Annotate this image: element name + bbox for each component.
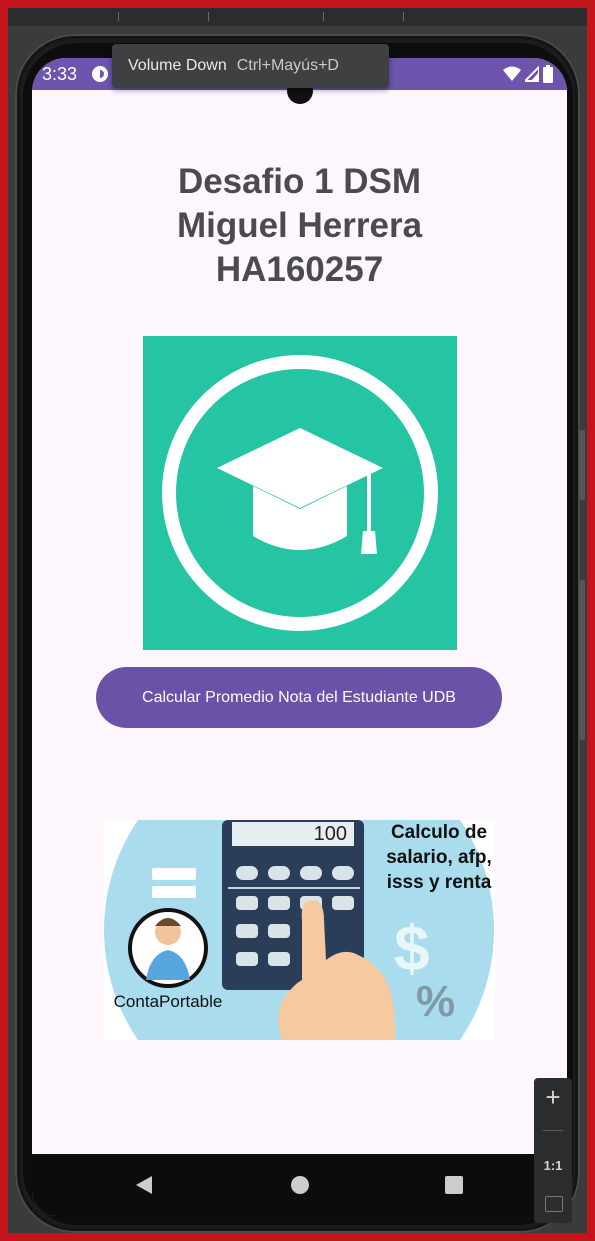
page-title: Desafio 1 DSM Miguel Herrera HA160257 <box>32 160 567 292</box>
graduation-logo-image <box>143 336 457 650</box>
home-icon[interactable] <box>291 1176 309 1194</box>
status-time: 3:33 <box>42 64 78 84</box>
accountant-avatar-icon <box>128 908 208 988</box>
calculator-display: 100 <box>314 823 347 845</box>
tooltip-shortcut: Ctrl+Mayús+D <box>236 57 339 74</box>
emulator-toolbar-strip <box>8 8 587 26</box>
volume-button[interactable] <box>579 580 585 740</box>
zoom-actual-size-button[interactable]: 1:1 <box>534 1158 572 1173</box>
system-nav-bar <box>32 1154 567 1216</box>
calculate-average-label: Calcular Promedio Nota del Estudiante UD… <box>142 688 456 706</box>
power-button[interactable] <box>579 430 585 500</box>
title-line-1: Desafio 1 DSM <box>177 162 422 201</box>
recents-icon[interactable] <box>445 1176 463 1194</box>
title-line-3: HA160257 <box>215 250 384 289</box>
zoom-divider <box>543 1130 563 1131</box>
wifi-icon <box>503 66 521 81</box>
zoom-in-button[interactable]: + <box>534 1084 572 1110</box>
cell-signal-icon <box>525 66 539 82</box>
zoom-fit-icon[interactable] <box>545 1196 563 1212</box>
promo-brand: ContaPortable <box>113 992 223 1011</box>
data-saver-icon <box>92 66 108 82</box>
percent-icon: % <box>416 977 455 1026</box>
tooltip-label: Volume Down <box>128 57 227 74</box>
calculate-average-button[interactable]: Calcular Promedio Nota del Estudiante UD… <box>96 667 502 728</box>
back-icon[interactable] <box>136 1176 152 1194</box>
emulator-zoom-panel: + 1:1 <box>534 1078 572 1223</box>
equals-icon <box>152 868 196 880</box>
promo-caption: Calculo de salario, afp, isss y renta <box>386 822 492 893</box>
title-line-2: Miguel Herrera <box>176 206 423 245</box>
volume-tooltip: Volume Down Ctrl+Mayús+D <box>112 44 389 88</box>
battery-icon <box>543 65 553 83</box>
salary-calculator-image[interactable]: 100 $ % Calculo de salario, afp, isss y … <box>104 820 495 1040</box>
dollar-icon: $ <box>394 912 430 984</box>
device-screen: 3:33 Desafio 1 DSM Miguel Herrera HA1602… <box>32 58 567 1216</box>
graduation-cap-icon <box>162 355 438 631</box>
